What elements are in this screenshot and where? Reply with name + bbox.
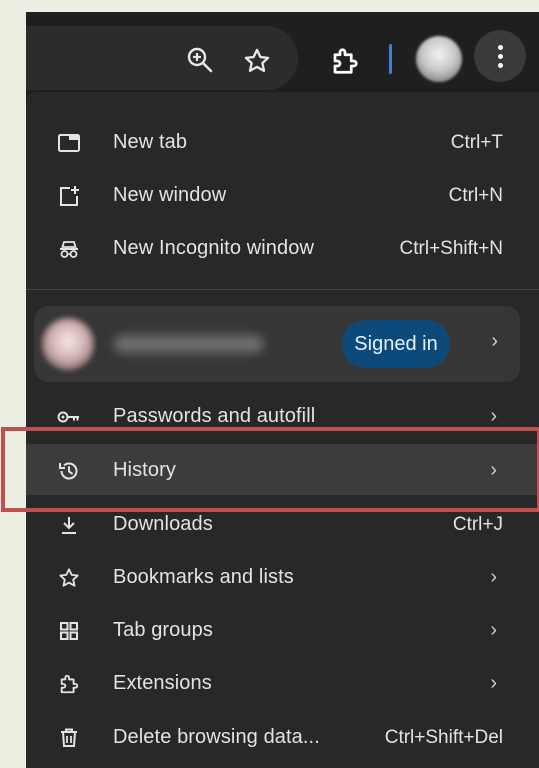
menu-item-label: Delete browsing data... [113,726,320,748]
trash-icon [56,725,82,751]
shortcut: Ctrl+N [448,184,503,206]
chevron-right-icon: › [490,566,497,588]
menu-item-label: Downloads [113,513,213,535]
signed-in-badge: Signed in [342,320,450,368]
history-icon [56,458,82,484]
chevron-right-icon: › [490,672,497,694]
key-icon [56,404,82,430]
menu-item-tab-groups[interactable]: Tab groups › [26,604,539,657]
bookmark-star-icon[interactable] [238,42,276,80]
menu-item-label: New window [113,184,227,206]
avatar[interactable] [416,36,462,82]
shortcut: Ctrl+Shift+N [399,237,503,259]
menu-item-new-window[interactable]: New window Ctrl+N [26,169,539,222]
zoom-in-icon[interactable] [182,42,218,78]
menu-item-downloads[interactable]: Downloads Ctrl+J [26,498,539,551]
menu-separator [26,289,539,290]
shortcut: Ctrl+Shift+Del [384,726,503,748]
incognito-icon [56,236,82,262]
more-icon[interactable] [474,30,526,82]
profile-avatar [42,318,94,370]
shortcut: Ctrl+J [452,513,503,535]
menu-item-label: New tab [113,131,188,153]
star-icon [56,565,82,591]
extensions-icon [56,671,82,697]
menu-item-passwords-and-autofill[interactable]: Passwords and autofill › [26,390,539,443]
menu-item-label: Passwords and autofill [113,405,316,427]
menu-item-label: New Incognito window [113,237,314,259]
chevron-right-icon: › [490,405,497,427]
menu-item-delete-browsing-data[interactable]: Delete browsing data... Ctrl+Shift+Del [26,711,539,764]
menu-item-label: Bookmarks and lists [113,566,294,588]
menu-item-label: Tab groups [113,619,213,641]
menu-item-label: Extensions [113,672,212,694]
new-window-icon [56,183,82,209]
profile-name-blurred [114,335,264,353]
chevron-right-icon: › [491,330,498,352]
menu-item-history[interactable]: History › [26,444,539,497]
new-tab-icon [56,130,82,156]
menu-item-extensions[interactable]: Extensions › [26,657,539,710]
menu-item-label: History [113,459,176,481]
tab-groups-icon [56,618,82,644]
menu-item-new-incognito-window[interactable]: New Incognito window Ctrl+Shift+N [26,222,539,275]
extensions-icon[interactable] [326,42,364,80]
profile-row[interactable]: Signed in › [34,306,520,382]
toolbar-divider [389,44,392,74]
menu-item-new-tab[interactable]: New tab Ctrl+T [26,116,539,169]
chevron-right-icon: › [490,459,497,481]
shortcut: Ctrl+T [450,131,503,153]
menu-item-bookmarks-and-lists[interactable]: Bookmarks and lists › [26,551,539,604]
chevron-right-icon: › [490,619,497,641]
download-icon [56,512,82,538]
